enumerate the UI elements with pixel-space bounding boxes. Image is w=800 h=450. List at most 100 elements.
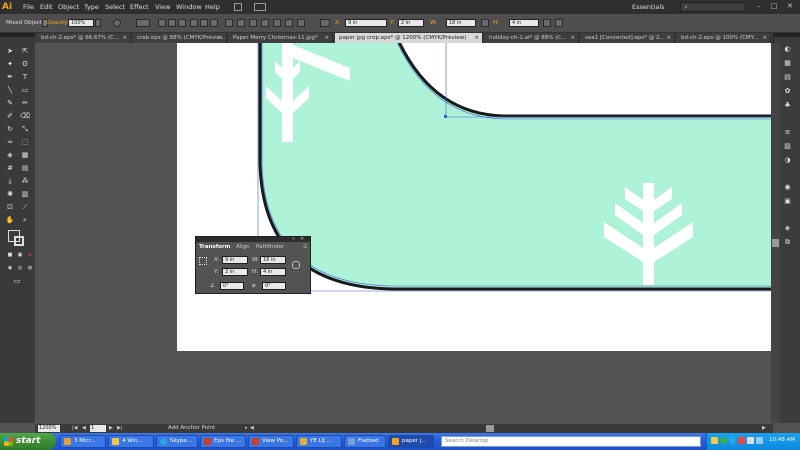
draw-behind-icon[interactable]: ◎ [15,264,25,273]
close-tab-icon[interactable]: × [762,33,767,43]
shape-builder-tool-icon[interactable]: ◈ [5,151,15,160]
transform-options-icon[interactable] [543,19,551,27]
taskbar-item[interactable]: YE LIJ ... [296,435,342,448]
screen-mode-icon[interactable]: ▭ [12,277,22,286]
color-guide-icon[interactable]: ▦ [783,59,792,67]
minimize-button[interactable]: – [752,1,766,12]
h-field[interactable]: 4 in [509,19,539,27]
distribute-spacing-icon[interactable] [261,19,269,27]
taskbar-item[interactable]: Eps file ... [200,435,246,448]
taskbar-item[interactable]: Flatbed [344,435,386,448]
close-tab-icon[interactable]: × [218,33,223,43]
distribute-vertical-icon[interactable] [237,19,245,27]
hand-tool-icon[interactable]: ✋ [5,216,15,225]
swatches-panel-icon[interactable]: ▤ [783,73,792,81]
artboards-panel-icon[interactable]: ⧉ [783,238,792,246]
canvas-area[interactable] [35,43,771,423]
transparency-panel-icon[interactable]: ◑ [783,156,792,164]
align-top-icon[interactable] [190,19,198,27]
arrange-documents-icon[interactable] [254,3,266,11]
document-tab[interactable]: bd-ch-2.eps* @ 66.67% (C... × [37,33,131,43]
panel-w-field[interactable]: 18 in [260,256,286,264]
document-tab[interactable]: Paper Merry Christmas-11.jpg* × [229,33,333,43]
scroll-right-icon[interactable]: ▶ [762,425,766,431]
close-tab-icon[interactable]: × [666,33,671,43]
brushes-panel-icon[interactable]: ✿ [783,87,792,95]
tray-icon[interactable] [738,437,745,444]
free-transform-tool-icon[interactable]: ⬚ [20,138,30,147]
eraser-tool-icon[interactable]: ⌫ [20,112,30,121]
taskbar-item[interactable]: View Po... [248,435,294,448]
distribute-icon[interactable] [225,19,233,27]
align-selection-icon[interactable] [136,19,150,27]
reference-point-icon[interactable] [320,19,330,27]
tray-icon[interactable] [729,437,736,444]
menu-file[interactable]: File [23,3,34,11]
align-left-icon[interactable] [158,19,166,27]
zoom-field[interactable]: 1200% [38,425,60,432]
collapse-panel-icon[interactable]: « [292,236,295,242]
menu-help[interactable]: Help [205,3,220,11]
y-field[interactable]: 2 in [398,19,424,27]
taskbar-item-active[interactable]: paper j... [388,435,434,448]
opacity-field[interactable]: 100% [68,19,94,27]
shear-field[interactable]: 0° [262,282,286,290]
layers-panel-icon[interactable]: ◈ [783,224,792,232]
constrain-proportions-icon[interactable] [481,19,489,27]
close-button[interactable]: ✕ [783,1,797,12]
align-bottom-icon[interactable] [210,19,218,27]
workspace-switcher[interactable]: Essentials [632,3,665,11]
clock[interactable]: 10:48 AM [769,437,795,443]
perspective-grid-tool-icon[interactable]: ▦ [20,151,30,160]
align-right-icon[interactable] [178,19,186,27]
taskbar-item[interactable]: Skype... [156,435,198,448]
draw-normal-icon[interactable]: ◉ [5,264,15,273]
blob-brush-tool-icon[interactable]: ✐ [5,112,15,121]
volume-icon[interactable] [756,437,763,444]
constrain-link-icon[interactable] [292,261,300,269]
color-panel-icon[interactable]: ◐ [783,45,792,53]
rectangle-tool-icon[interactable]: ▭ [20,86,30,95]
opacity-dropdown-icon[interactable] [95,19,101,27]
menu-window[interactable]: Window [176,3,202,11]
panel-x-field[interactable]: 9 in [222,256,248,264]
tab-pathfinder[interactable]: Pathfinder [256,243,284,251]
close-tab-icon[interactable]: × [474,33,479,43]
selection-tool-icon[interactable]: ➤ [5,47,15,56]
anchor-point[interactable] [444,115,447,118]
eyedropper-tool-icon[interactable]: ⤓ [5,177,15,186]
rotate-tool-icon[interactable]: ↻ [5,125,15,134]
menu-view[interactable]: View [155,3,170,11]
gradient-tool-icon[interactable]: ▤ [20,164,30,173]
artboard-canvas[interactable] [35,43,771,423]
color-mode-icon[interactable]: ▣ [15,251,25,260]
rotate-field[interactable]: 0° [220,282,244,290]
next-artboard-icon[interactable]: ▶ [109,425,113,431]
none-color-icon[interactable]: ⧄ [25,251,35,260]
lasso-tool-icon[interactable]: ʘ [20,60,30,69]
tab-align[interactable]: Align [236,243,250,251]
horizontal-scroll-thumb[interactable] [486,425,494,432]
line-tool-icon[interactable]: ╲ [5,86,15,95]
zoom-tool-icon[interactable]: ⌕ [20,216,30,225]
scroll-left-icon[interactable]: ◀ [250,425,254,431]
first-artboard-icon[interactable]: |◀ [72,425,78,431]
type-tool-icon[interactable]: T [20,73,30,82]
align-center-icon[interactable] [168,19,176,27]
panel-h-field[interactable]: 4 in [260,268,286,276]
pen-tool-icon[interactable]: ✒ [5,73,15,82]
document-tab[interactable]: crab.eps @ 88% (CMYK/Previe... × [133,33,227,43]
document-tab-active[interactable]: paper jpg crop.eps* @ 1200% (CMYK/Previe… [335,33,483,43]
desktop-search-input[interactable]: Search Desktop [441,436,701,447]
menu-edit[interactable]: Edit [40,3,53,11]
symbols-panel-icon[interactable]: ♣ [783,101,792,109]
panel-y-field[interactable]: 2 in [222,268,248,276]
document-tab[interactable]: bd-ch-2.eps @ 100% (CMY... × [677,33,771,43]
vertical-scrollbar[interactable] [771,43,780,423]
artboard-number-field[interactable]: 1 [90,425,106,432]
document-tab[interactable]: holiday-ch-1.ai* @ 88% (C... × [485,33,579,43]
warp-tool-icon[interactable]: ≈ [5,138,15,147]
distribute-horizontal-icon[interactable] [249,19,257,27]
start-button[interactable]: start [0,433,56,450]
document-tab[interactable]: sea1 [Converted].eps* @ 2... × [581,33,675,43]
